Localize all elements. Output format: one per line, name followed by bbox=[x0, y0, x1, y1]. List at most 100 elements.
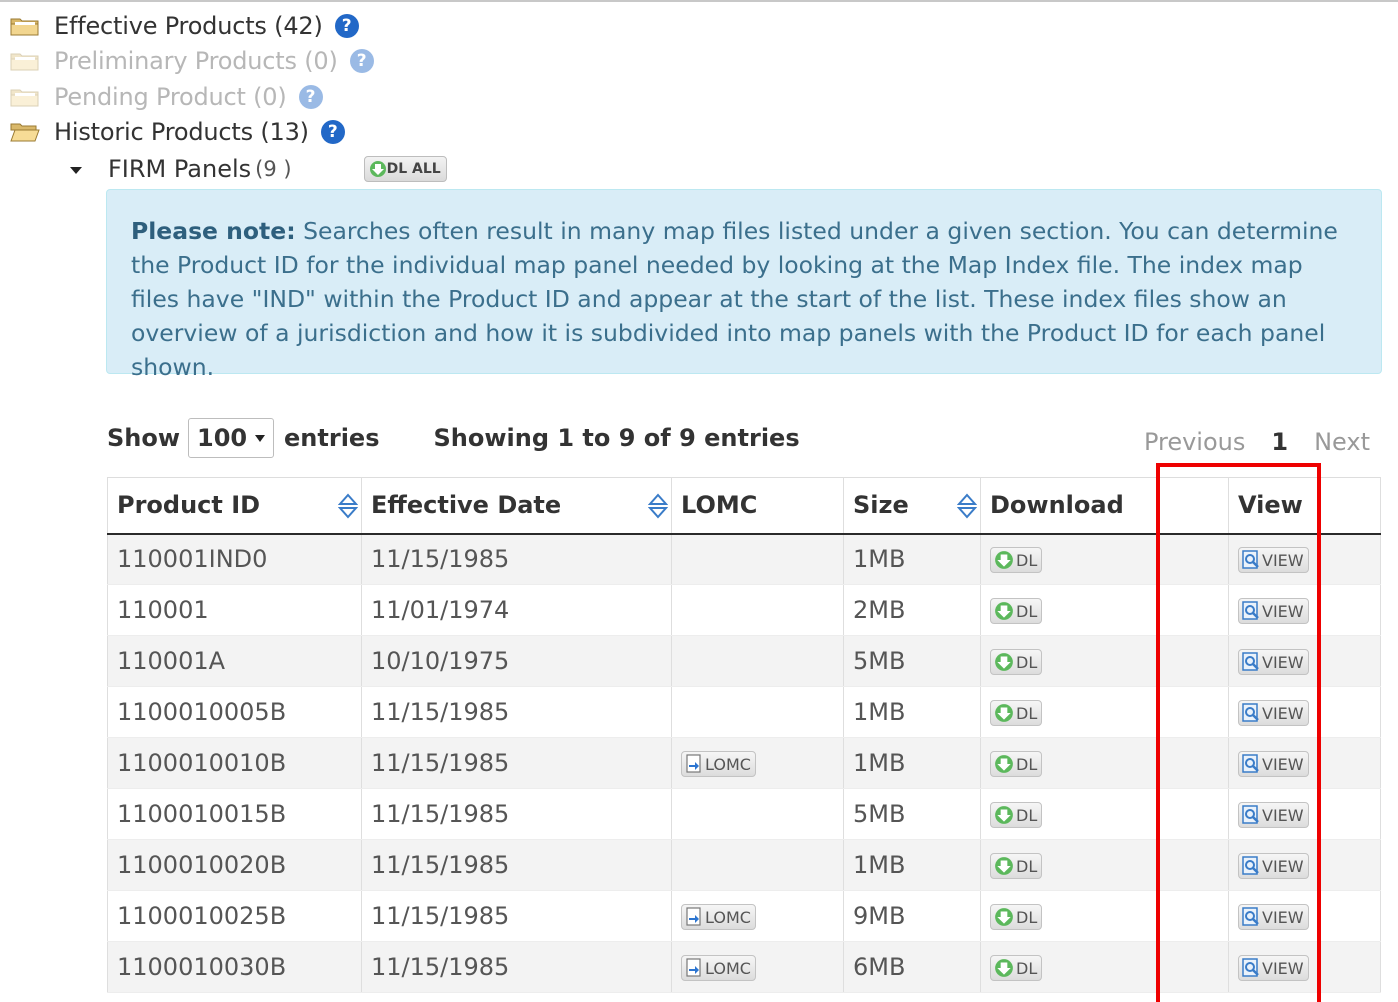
view-button[interactable]: VIEW bbox=[1238, 802, 1309, 828]
help-icon[interactable]: ? bbox=[334, 13, 359, 38]
cell-product-id: 1100010005B bbox=[107, 686, 362, 738]
chevron-down-icon bbox=[255, 434, 266, 442]
tree-item-label: Pending Product (0) bbox=[54, 82, 287, 111]
cell-effective-date: 11/15/1985 bbox=[361, 890, 672, 942]
download-button[interactable]: DL bbox=[990, 955, 1043, 981]
tree-item-effective-products[interactable]: Effective Products (42) ? bbox=[10, 8, 374, 44]
tree-item-historic-products[interactable]: Historic Products (13) ? bbox=[10, 115, 374, 151]
view-label: VIEW bbox=[1262, 652, 1304, 672]
lomc-button[interactable]: LOMC bbox=[681, 751, 756, 777]
help-icon[interactable]: ? bbox=[320, 120, 345, 145]
download-button[interactable]: DL bbox=[990, 547, 1043, 574]
view-button[interactable]: VIEW bbox=[1238, 700, 1309, 726]
download-label: DL bbox=[1016, 652, 1038, 672]
cell-view: VIEW bbox=[1228, 890, 1381, 942]
folder-icon bbox=[10, 18, 39, 36]
column-header-product-id[interactable]: Product ID bbox=[107, 477, 362, 535]
previous-button[interactable]: Previous bbox=[1144, 428, 1245, 456]
column-header-size[interactable]: Size bbox=[843, 477, 981, 535]
cell-blank bbox=[1156, 839, 1229, 891]
lomc-doc-icon bbox=[686, 907, 701, 926]
column-header-view: View bbox=[1228, 477, 1381, 535]
lomc-button[interactable]: LOMC bbox=[681, 904, 756, 930]
download-button[interactable]: DL bbox=[990, 700, 1043, 726]
column-header-download: Download bbox=[980, 477, 1157, 535]
cell-download: DL bbox=[980, 584, 1157, 636]
table-row: 1100010015B 11/15/1985 5MB DL VIEW bbox=[107, 788, 1381, 840]
folder-icon bbox=[10, 89, 39, 107]
cell-view: VIEW bbox=[1228, 686, 1381, 738]
page-size-select[interactable]: 100 bbox=[188, 418, 275, 458]
header-label: LOMC bbox=[681, 491, 758, 520]
download-arrow-icon bbox=[369, 161, 386, 177]
tree-item-label: Historic Products (13) bbox=[54, 118, 309, 147]
magnifier-doc-icon bbox=[1242, 754, 1259, 773]
column-header-effective-date[interactable]: Effective Date bbox=[361, 477, 672, 535]
table-row: 110001 11/01/1974 2MB DL VIEW bbox=[107, 584, 1381, 636]
cell-view: VIEW bbox=[1228, 584, 1381, 636]
table-row: 110001A 10/10/1975 5MB DL VIEW bbox=[107, 635, 1381, 687]
download-label: DL bbox=[1016, 703, 1038, 723]
view-button[interactable]: VIEW bbox=[1238, 751, 1309, 777]
cell-blank bbox=[1156, 686, 1229, 738]
cell-blank bbox=[1156, 890, 1229, 942]
download-button[interactable]: DL bbox=[990, 904, 1043, 930]
cell-effective-date: 11/15/1985 bbox=[361, 839, 672, 891]
download-button[interactable]: DL bbox=[990, 751, 1043, 777]
download-label: DL bbox=[1016, 550, 1038, 570]
cell-size: 6MB bbox=[843, 941, 981, 993]
view-button[interactable]: VIEW bbox=[1238, 598, 1309, 624]
pagination: Previous 1 Next bbox=[1144, 428, 1370, 456]
download-label: DL bbox=[1016, 601, 1038, 621]
lomc-button[interactable]: LOMC bbox=[681, 955, 756, 981]
view-label: VIEW bbox=[1262, 601, 1304, 621]
page-1-button[interactable]: 1 bbox=[1271, 428, 1288, 456]
magnifier-doc-icon bbox=[1242, 601, 1259, 620]
help-icon[interactable]: ? bbox=[298, 84, 323, 109]
download-arrow-icon bbox=[995, 602, 1013, 620]
cell-lomc: LOMC bbox=[671, 890, 844, 942]
cell-effective-date: 11/15/1985 bbox=[361, 533, 672, 585]
magnifier-doc-icon bbox=[1242, 652, 1259, 671]
table-row: 1100010030B 11/15/1985 LOMC 6MB DL VIEW bbox=[107, 941, 1381, 993]
cell-lomc bbox=[671, 635, 844, 687]
tree-item-label: Effective Products (42) bbox=[54, 11, 323, 40]
tree-item-preliminary-products[interactable]: Preliminary Products (0) ? bbox=[10, 44, 374, 80]
view-button[interactable]: VIEW bbox=[1238, 955, 1309, 981]
firm-panels-section: FIRM Panels (9 ) DL ALL bbox=[70, 152, 447, 186]
view-button[interactable]: VIEW bbox=[1238, 853, 1309, 879]
view-button[interactable]: VIEW bbox=[1238, 547, 1309, 574]
firm-panels-label[interactable]: FIRM Panels bbox=[108, 155, 251, 183]
download-arrow-icon bbox=[995, 704, 1013, 722]
download-arrow-icon bbox=[995, 806, 1013, 824]
view-button[interactable]: VIEW bbox=[1238, 904, 1309, 930]
view-label: VIEW bbox=[1262, 754, 1304, 774]
help-icon[interactable]: ? bbox=[349, 49, 374, 74]
table-row: 1100010010B 11/15/1985 LOMC 1MB DL VIEW bbox=[107, 737, 1381, 789]
table-header-row: Product ID Effective Date LOMC Size Down… bbox=[107, 477, 1381, 535]
download-arrow-icon bbox=[995, 857, 1013, 875]
note-text: Searches often result in many map files … bbox=[131, 217, 1338, 381]
magnifier-doc-icon bbox=[1242, 703, 1259, 722]
download-button[interactable]: DL bbox=[990, 649, 1043, 675]
caret-down-icon[interactable] bbox=[70, 166, 82, 174]
show-label: Show bbox=[107, 424, 181, 452]
cell-effective-date: 11/15/1985 bbox=[361, 686, 672, 738]
cell-product-id: 110001IND0 bbox=[107, 533, 362, 585]
download-button[interactable]: DL bbox=[990, 853, 1043, 879]
entries-label: entries bbox=[284, 424, 380, 452]
magnifier-doc-icon bbox=[1242, 907, 1259, 926]
firm-panels-count: (9 ) bbox=[255, 157, 292, 181]
download-arrow-icon bbox=[995, 959, 1013, 977]
cell-view: VIEW bbox=[1228, 941, 1381, 993]
download-button[interactable]: DL bbox=[990, 802, 1043, 828]
header-label: View bbox=[1238, 491, 1303, 520]
view-button[interactable]: VIEW bbox=[1238, 649, 1309, 675]
download-label: DL bbox=[1016, 958, 1038, 978]
tree-item-pending-product[interactable]: Pending Product (0) ? bbox=[10, 79, 374, 115]
download-button[interactable]: DL bbox=[990, 598, 1043, 624]
next-button[interactable]: Next bbox=[1314, 428, 1370, 456]
cell-lomc bbox=[671, 584, 844, 636]
cell-product-id: 1100010015B bbox=[107, 788, 362, 840]
download-all-button[interactable]: DL ALL bbox=[363, 156, 447, 182]
